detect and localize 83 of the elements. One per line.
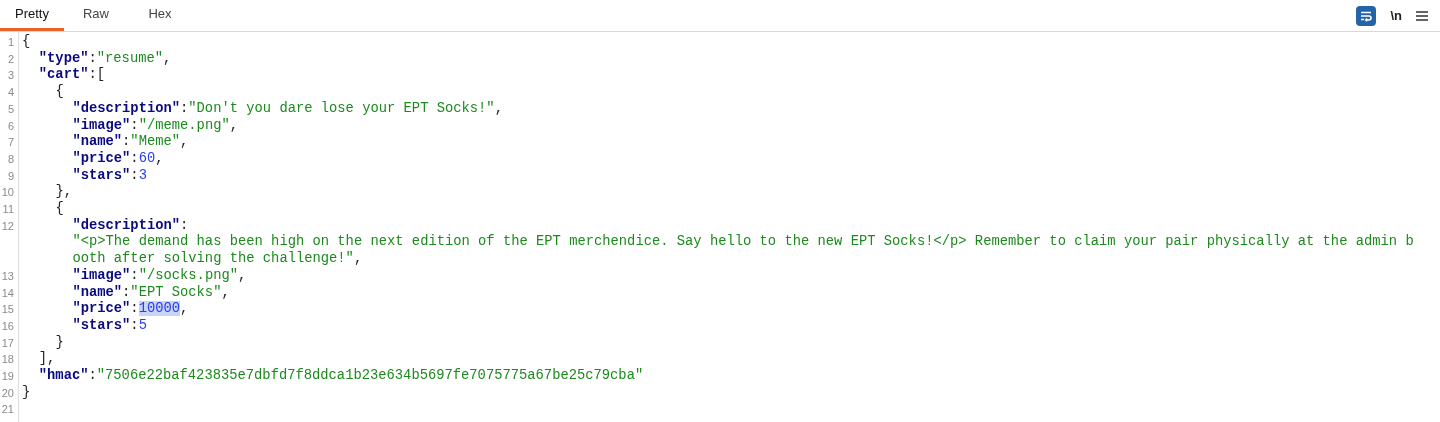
punctuation: :	[88, 368, 97, 384]
json-key: "price"	[72, 150, 131, 166]
line-number: 11	[2, 203, 14, 216]
punctuation: :	[130, 267, 139, 283]
json-string: "resume"	[96, 50, 163, 66]
json-key: "type"	[38, 50, 89, 66]
json-number: 60	[138, 150, 156, 166]
line-number: 3	[7, 69, 14, 82]
newline-toggle[interactable]: \n	[1390, 5, 1402, 26]
json-key: "cart"	[38, 67, 89, 83]
json-key: "price"	[72, 301, 131, 317]
json-string: "7506e22baf423835e7dbfd7f8ddca1b23e634b5697fe7075775a67be25c79cba"	[96, 368, 644, 384]
punctuation: :	[88, 50, 97, 66]
punctuation: :	[180, 217, 189, 233]
line-number: 18	[1, 353, 14, 366]
punctuation: :	[130, 150, 139, 166]
json-number: 5	[138, 317, 147, 333]
punctuation: ,	[229, 117, 238, 133]
punctuation: :	[130, 301, 139, 317]
json-string: "<p>The demand has been high on the next edition of the EPT merchendice. Say hello to the new EPT Socks!</p> Remember to claim your pair physically at the admin b	[72, 234, 1414, 250]
punctuation: :	[130, 317, 139, 333]
punctuation: ,	[221, 284, 230, 300]
line-number: 15	[1, 303, 14, 316]
menu-icon[interactable]	[1416, 10, 1428, 21]
punctuation: ,	[180, 134, 189, 150]
line-number: 4	[7, 86, 14, 99]
punctuation: ,	[494, 100, 503, 116]
wrap-lines-icon	[1360, 9, 1373, 22]
punctuation: {	[22, 34, 31, 49]
json-key: "name"	[72, 134, 123, 150]
punctuation: {	[55, 201, 64, 217]
json-key: "stars"	[72, 167, 131, 183]
view-tab[interactable]: Hex	[128, 0, 192, 31]
line-number: 16	[1, 319, 14, 332]
punctuation: :	[122, 284, 131, 300]
punctuation: ,	[163, 50, 172, 66]
punctuation: ,	[353, 251, 363, 267]
json-string: ooth after solving the challenge!"	[72, 251, 354, 267]
json-number: 10000	[138, 301, 181, 317]
line-number: 1	[7, 36, 14, 48]
line-number: 14	[1, 286, 14, 299]
punctuation: },	[55, 184, 73, 200]
json-string: "EPT Socks"	[130, 284, 222, 300]
line-number: 21	[1, 403, 14, 416]
punctuation: :	[122, 134, 131, 150]
line-number: 2	[7, 52, 14, 65]
line-number: 6	[7, 119, 14, 132]
punctuation: ,	[155, 150, 164, 166]
line-number: 20	[1, 386, 14, 399]
line-number: 10	[1, 186, 14, 199]
json-key: "stars"	[72, 317, 131, 333]
json-key: "hmac"	[38, 368, 89, 384]
json-string: "Don't you dare lose your EPT Socks!"	[188, 100, 495, 116]
line-number: 9	[7, 169, 14, 182]
punctuation: {	[55, 84, 64, 100]
punctuation: }	[22, 384, 31, 400]
wrap-toggle[interactable]	[1356, 5, 1377, 26]
punctuation: :	[180, 100, 189, 116]
line-number: 12	[1, 219, 14, 232]
json-number: 3	[138, 167, 147, 183]
line-number: 17	[1, 336, 14, 349]
punctuation: ,	[238, 267, 247, 283]
json-key: "description"	[72, 217, 181, 233]
line-number: 8	[7, 152, 14, 165]
punctuation: ],	[38, 351, 56, 367]
punctuation: :[	[88, 67, 106, 83]
json-key: "image"	[72, 267, 131, 283]
json-key: "description"	[72, 100, 181, 116]
view-tab[interactable]: Raw	[64, 0, 128, 31]
line-number: 7	[7, 136, 14, 149]
punctuation: }	[55, 334, 64, 350]
json-string: "/meme.png"	[138, 117, 230, 133]
punctuation: ,	[180, 301, 189, 317]
line-number: 13	[1, 269, 14, 282]
json-key: "name"	[72, 284, 123, 300]
punctuation: :	[130, 117, 139, 133]
json-key: "image"	[72, 117, 131, 133]
line-number: 19	[1, 370, 14, 383]
json-string: "Meme"	[130, 134, 181, 150]
json-string: "/socks.png"	[138, 267, 238, 283]
view-tab[interactable]: Pretty	[0, 0, 64, 31]
line-number: 5	[7, 102, 14, 115]
punctuation: :	[130, 167, 139, 183]
